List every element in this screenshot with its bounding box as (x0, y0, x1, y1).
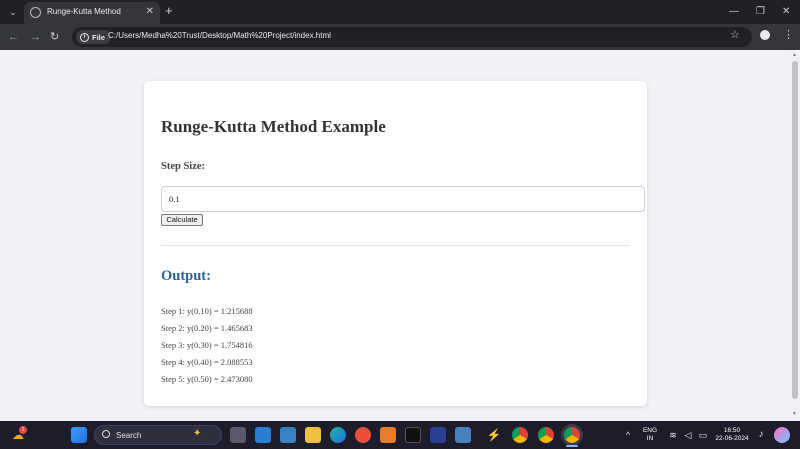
globe-icon (30, 7, 41, 18)
language: ENG (642, 427, 658, 434)
close-icon[interactable]: ✕ (146, 5, 154, 19)
result-line: Step 5: y(0.50) = 2.473080 (161, 374, 253, 384)
wps-icon[interactable] (355, 427, 371, 443)
battery-icon[interactable]: ▭ (695, 427, 711, 443)
restore-icon[interactable]: ❐ (756, 5, 765, 19)
site-chip-label: File (92, 32, 105, 42)
url-text[interactable]: C:/Users/Medha%20Trust/Desktop/Math%20Pr… (108, 31, 331, 40)
toolbar: ← → ↻ i File C:/Users/Medha%20Trust/Desk… (0, 24, 800, 50)
result-line: Step 1: y(0.10) = 1.215688 (161, 306, 253, 316)
profile-icon[interactable] (760, 30, 770, 40)
tab-title: Runge-Kutta Method (47, 7, 121, 16)
chrome-icon[interactable] (512, 427, 528, 443)
copilot-icon[interactable] (774, 427, 790, 443)
task-view-icon[interactable] (230, 427, 246, 443)
page-title: Runge-Kutta Method Example (161, 117, 386, 136)
address-bar[interactable]: i File C:/Users/Medha%20Trust/Desktop/Ma… (72, 27, 752, 47)
language-indicator[interactable]: ENG IN (640, 427, 660, 443)
taskbar-search[interactable]: Search ✦ (94, 425, 222, 445)
divider (161, 245, 630, 246)
result-line: Step 3: y(0.30) = 1.754816 (161, 340, 253, 350)
site-info-chip[interactable]: i File (76, 30, 111, 44)
scrollbar-thumb[interactable] (792, 61, 798, 399)
reload-icon[interactable]: ↻ (50, 30, 59, 44)
bell-icon[interactable]: ♪ (753, 427, 769, 443)
vscode-icon[interactable] (255, 427, 271, 443)
notification-badge: 1 (19, 426, 27, 434)
store-icon[interactable] (280, 427, 296, 443)
settings-gear-icon[interactable] (380, 427, 396, 443)
search-label: Search (116, 431, 142, 440)
tab-search-icon[interactable]: ⌄ (6, 5, 20, 19)
menu-icon[interactable]: ⋮ (783, 28, 794, 42)
volume-icon[interactable]: ◁ (680, 427, 696, 443)
region: IN (646, 435, 654, 442)
step-size-input[interactable] (161, 186, 645, 212)
result-line: Step 4: y(0.40) = 2.088553 (161, 357, 253, 367)
wifi-icon[interactable]: ≋ (665, 427, 681, 443)
output-heading: Output: (161, 268, 211, 284)
step-size-label: Step Size: (161, 161, 206, 172)
app-icon[interactable] (430, 427, 446, 443)
active-indicator (566, 445, 578, 447)
star-icon[interactable]: ☆ (730, 28, 740, 42)
windows-icon[interactable] (71, 427, 87, 443)
folder-icon[interactable] (305, 427, 321, 443)
plus-icon[interactable]: + (165, 4, 173, 18)
result-line: Step 2: y(0.20) = 1.465683 (161, 323, 253, 333)
time: 16:50 (723, 427, 741, 434)
date: 22-06-2024 (715, 435, 749, 442)
chrome-active-icon[interactable] (564, 427, 580, 443)
remote-desktop-icon[interactable] (455, 427, 471, 443)
clock[interactable]: 16:50 22-06-2024 (712, 427, 752, 443)
info-icon: i (80, 32, 89, 42)
search-icon (102, 430, 110, 438)
results-list: Step 1: y(0.10) = 1.215688 Step 2: y(0.2… (161, 306, 253, 391)
scroll-up-icon[interactable]: ▲ (792, 52, 797, 58)
main-card: Runge-Kutta Method Example Step Size: Ca… (144, 81, 647, 406)
edge-icon[interactable] (330, 427, 346, 443)
chrome-icon[interactable] (538, 427, 554, 443)
terminal-icon[interactable] (405, 427, 421, 443)
close-window-icon[interactable]: ✕ (782, 5, 790, 19)
forward-icon[interactable]: → (30, 30, 41, 44)
tab-active[interactable]: Runge-Kutta Method ✕ (24, 2, 160, 24)
taskbar: ☁ 1 Search ✦ ⚡ ^ ENG IN ≋ ◁ ▭ 16:50 22-0… (0, 421, 800, 449)
back-icon[interactable]: ← (8, 30, 19, 44)
chevron-up-icon[interactable]: ^ (620, 427, 636, 443)
sparkle-icon: ✦ (193, 428, 202, 439)
sublime-icon[interactable]: ⚡ (486, 427, 502, 443)
calculate-button[interactable]: Calculate (161, 214, 203, 226)
scroll-down-icon[interactable]: ▼ (792, 411, 797, 417)
tab-strip: ⌄ Runge-Kutta Method ✕ + — ❐ ✕ (0, 0, 800, 24)
minimize-icon[interactable]: — (729, 5, 739, 19)
